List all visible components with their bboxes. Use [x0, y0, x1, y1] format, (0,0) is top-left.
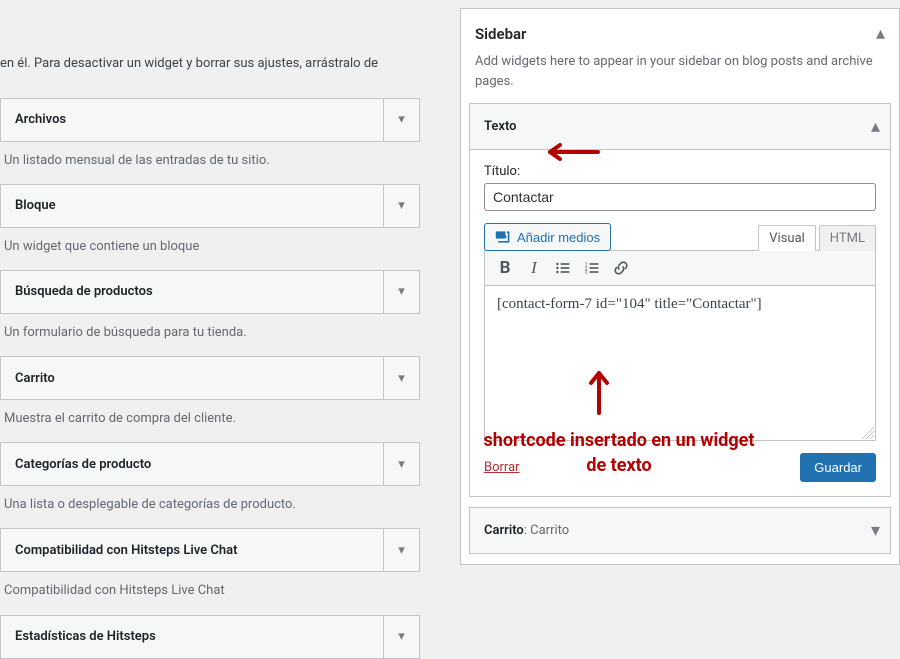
widget-desc: Una lista o desplegable de categorías de… [0, 486, 420, 518]
intro-text: en él. Para desactivar un widget y borra… [0, 0, 420, 88]
widget-title: Estadísticas de Hitsteps [1, 629, 156, 644]
chevron-down-icon: ▾ [383, 185, 419, 227]
title-label: Título: [484, 164, 876, 179]
widget-desc: Un formulario de búsqueda para tu tienda… [0, 314, 420, 346]
sidebar-panel: Sidebar ▴ Add widgets here to appear in … [460, 8, 900, 565]
widget-title: Categorías de producto [1, 457, 151, 472]
widget-item-archivos[interactable]: Archivos ▾ [0, 98, 420, 142]
annotation-arrow-icon [584, 367, 614, 415]
widget-title: Búsqueda de productos [1, 284, 153, 299]
svg-text:3: 3 [585, 270, 588, 276]
editor-shortcode: [contact-form-7 id="104" title="Contacta… [497, 296, 762, 312]
widget-item-hitsteps-chat[interactable]: Compatibilidad con Hitsteps Live Chat ▾ [0, 528, 420, 572]
tab-visual[interactable]: Visual [758, 225, 816, 251]
add-media-button[interactable]: Añadir medios [484, 223, 611, 251]
bold-button[interactable]: B [491, 254, 519, 282]
chevron-down-icon: ▾ [383, 271, 419, 313]
texto-widget-title: Texto [484, 119, 517, 134]
add-media-label: Añadir medios [517, 230, 600, 245]
chevron-down-icon: ▾ [383, 99, 419, 141]
widget-title: Carrito [1, 371, 55, 386]
widget-desc: Un widget que contiene un bloque [0, 228, 420, 260]
sidebar-title: Sidebar [475, 25, 526, 43]
annotation-arrow-icon [540, 140, 600, 164]
widget-title: Archivos [1, 112, 66, 127]
save-button[interactable]: Guardar [800, 453, 876, 482]
collapsed-widget-label: Carrito: Carrito [484, 523, 569, 538]
chevron-down-icon: ▾ [383, 616, 419, 658]
widget-desc: Muestra el carrito de compra del cliente… [0, 400, 420, 432]
widget-desc: Un listado mensual de las entradas de tu… [0, 142, 420, 174]
tab-html[interactable]: HTML [819, 225, 876, 251]
widget-title: Bloque [1, 198, 56, 213]
link-button[interactable] [607, 254, 635, 282]
sidebar-header[interactable]: Sidebar ▴ [461, 9, 899, 52]
bulleted-list-button[interactable] [549, 254, 577, 282]
widget-item-categorias[interactable]: Categorías de producto ▾ [0, 442, 420, 486]
texto-widget-header[interactable]: Texto ▴ [470, 104, 890, 150]
editor-content-area[interactable]: [contact-form-7 id="104" title="Contacta… [484, 286, 876, 441]
widget-desc: Compatibilidad con Hitsteps Live Chat [0, 572, 420, 604]
chevron-down-icon: ▾ [383, 529, 419, 571]
chevron-down-icon: ▾ [383, 443, 419, 485]
title-input[interactable] [484, 183, 876, 211]
widget-item-carrito[interactable]: Carrito ▾ [0, 356, 420, 400]
sidebar-desc: Add widgets here to appear in your sideb… [461, 52, 899, 103]
annotation-text: shortcode insertado en un widget de text… [474, 428, 764, 478]
caret-up-icon: ▴ [876, 23, 885, 44]
chevron-down-icon: ▾ [383, 357, 419, 399]
resize-handle-icon[interactable] [862, 427, 874, 439]
caret-down-icon: ▾ [871, 520, 880, 541]
widget-item-busqueda[interactable]: Búsqueda de productos ▾ [0, 270, 420, 314]
collapsed-widget-carrito[interactable]: Carrito: Carrito ▾ [469, 507, 891, 554]
widget-title: Compatibilidad con Hitsteps Live Chat [1, 543, 238, 558]
italic-button[interactable]: I [520, 254, 548, 282]
editor-toolbar: B I 123 [484, 250, 876, 286]
caret-up-icon: ▴ [871, 116, 880, 137]
media-icon [495, 229, 511, 245]
widget-item-hitsteps-stats[interactable]: Estadísticas de Hitsteps ▾ [0, 615, 420, 659]
widget-item-bloque[interactable]: Bloque ▾ [0, 184, 420, 228]
numbered-list-button[interactable]: 123 [578, 254, 606, 282]
